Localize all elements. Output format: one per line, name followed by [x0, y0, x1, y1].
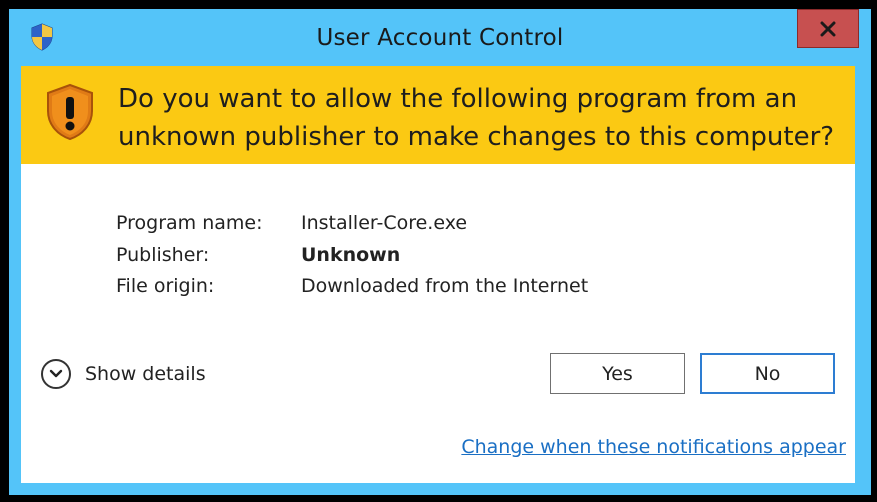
publisher-label: Publisher: — [116, 244, 210, 266]
file-origin-label: File origin: — [116, 275, 215, 297]
close-icon — [820, 21, 836, 36]
no-button[interactable]: No — [700, 353, 835, 394]
show-details-toggle[interactable]: Show details — [41, 357, 206, 391]
banner-question: Do you want to allow the following progr… — [118, 84, 835, 152]
dialog-content: Do you want to allow the following progr… — [21, 66, 855, 483]
program-name-value: Installer-Core.exe — [301, 212, 468, 234]
warning-banner: Do you want to allow the following progr… — [21, 66, 855, 164]
warning-shield-icon — [47, 83, 93, 141]
show-details-label: Show details — [85, 363, 206, 385]
close-button[interactable] — [797, 9, 859, 48]
uac-dialog-window: User Account Control Do you want to allo… — [9, 9, 871, 495]
file-origin-value: Downloaded from the Internet — [301, 275, 589, 297]
title-bar[interactable]: User Account Control — [9, 9, 871, 66]
program-name-label: Program name: — [116, 212, 263, 234]
yes-button[interactable]: Yes — [550, 353, 685, 394]
notification-settings-link[interactable]: Change when these notifications appear — [461, 436, 846, 458]
window-title: User Account Control — [316, 25, 564, 51]
chevron-down-icon — [41, 359, 71, 389]
publisher-value: Unknown — [301, 244, 401, 266]
